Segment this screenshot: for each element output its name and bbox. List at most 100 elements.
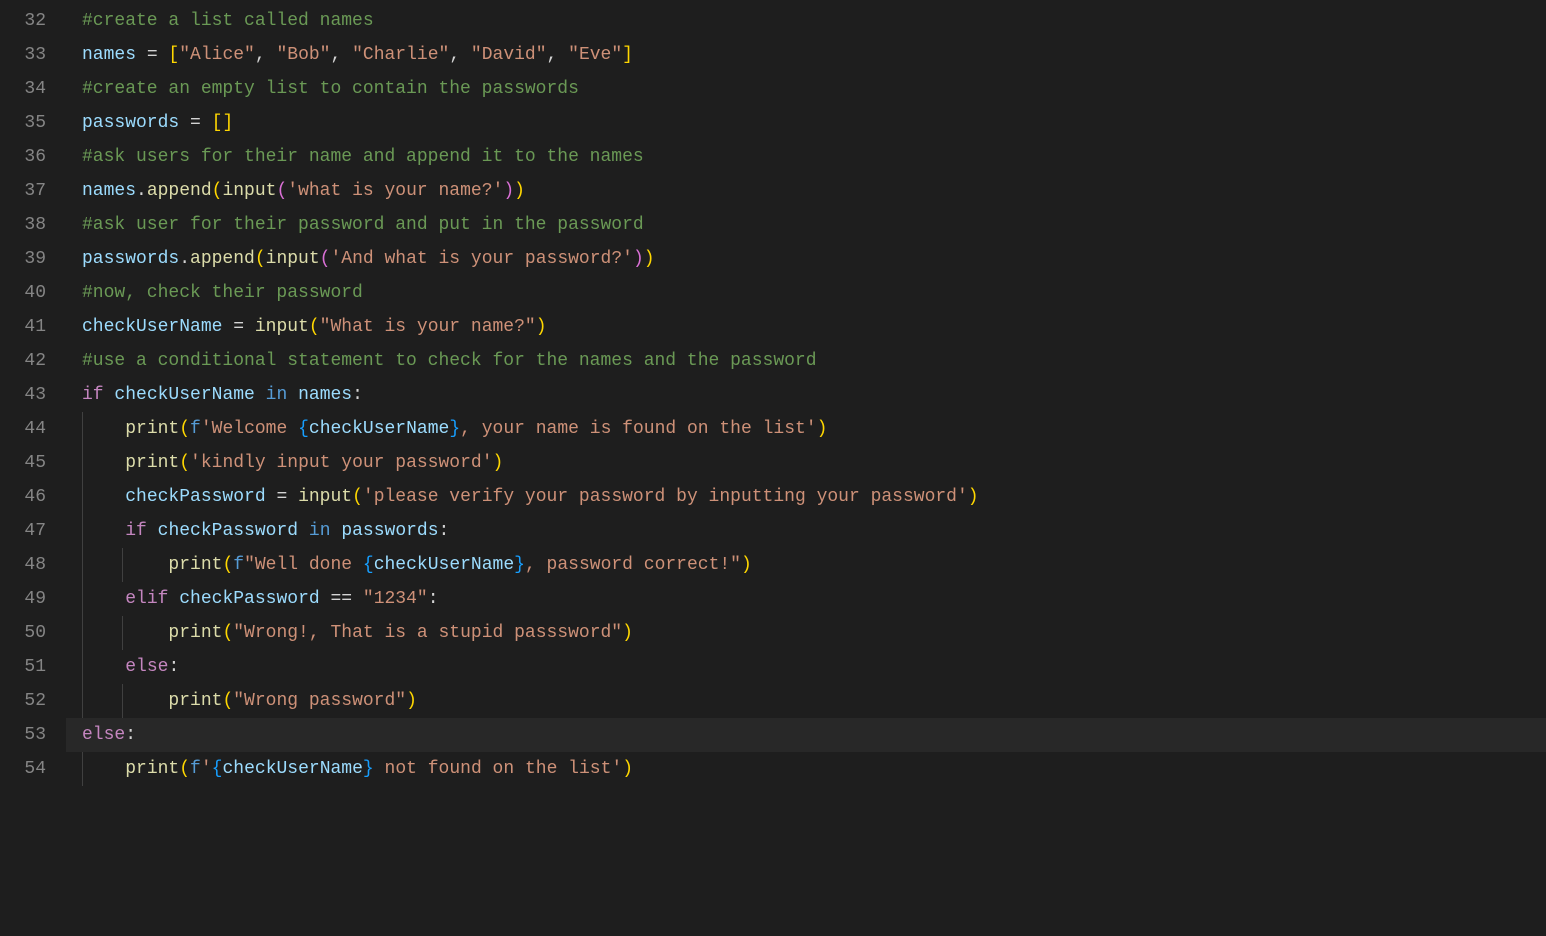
- indent-guide: [122, 684, 123, 718]
- code-line[interactable]: else:: [66, 718, 1546, 752]
- code-token: #use a conditional statement to check fo…: [82, 351, 817, 371]
- code-token: ): [406, 691, 417, 711]
- code-token: (: [222, 691, 233, 711]
- code-line[interactable]: #ask user for their password and put in …: [82, 208, 1546, 242]
- code-token: input: [255, 317, 309, 337]
- code-line[interactable]: print(f"Well done {checkUserName}, passw…: [82, 548, 1546, 582]
- code-token: (: [320, 249, 331, 269]
- line-number: 43: [0, 378, 46, 412]
- indent-guide: [82, 752, 83, 786]
- code-line[interactable]: passwords = []: [82, 106, 1546, 140]
- code-token: (: [255, 249, 266, 269]
- code-token: "1234": [363, 589, 428, 609]
- code-token: print: [125, 419, 179, 439]
- code-token: ': [201, 759, 212, 779]
- code-line[interactable]: #now, check their password: [82, 276, 1546, 310]
- line-number: 35: [0, 106, 46, 140]
- code-line[interactable]: checkUserName = input("What is your name…: [82, 310, 1546, 344]
- code-token: checkUserName: [114, 385, 254, 405]
- code-token: names: [82, 45, 136, 65]
- code-token: checkPassword: [125, 487, 265, 507]
- code-token: ): [493, 453, 504, 473]
- code-line[interactable]: names.append(input('what is your name?')…: [82, 174, 1546, 208]
- code-line[interactable]: print('kindly input your password'): [82, 446, 1546, 480]
- line-number: 37: [0, 174, 46, 208]
- code-token: (: [179, 419, 190, 439]
- code-token: input: [266, 249, 320, 269]
- code-token: "Bob": [276, 45, 330, 65]
- code-token: "David": [471, 45, 547, 65]
- code-line[interactable]: checkPassword = input('please verify you…: [82, 480, 1546, 514]
- code-token: print: [125, 453, 179, 473]
- code-token: print: [168, 691, 222, 711]
- code-token: 'Welcome: [201, 419, 298, 439]
- code-token: ): [622, 759, 633, 779]
- code-token: =: [222, 317, 254, 337]
- code-token: [: [212, 113, 223, 133]
- code-token: 'what is your name?': [287, 181, 503, 201]
- code-token: =: [136, 45, 168, 65]
- code-token: ,: [547, 45, 569, 65]
- code-line[interactable]: else:: [82, 650, 1546, 684]
- code-token: "Wrong password": [233, 691, 406, 711]
- code-token: checkUserName: [222, 759, 362, 779]
- code-token: print: [168, 555, 222, 575]
- code-line[interactable]: print("Wrong!, That is a stupid passswor…: [82, 616, 1546, 650]
- code-line[interactable]: #create an empty list to contain the pas…: [82, 72, 1546, 106]
- line-number: 41: [0, 310, 46, 344]
- code-token: :: [352, 385, 363, 405]
- code-area[interactable]: #create a list called namesnames = ["Ali…: [66, 0, 1546, 936]
- indent-guide: [82, 650, 83, 684]
- code-token: [331, 521, 342, 541]
- code-token: in: [266, 385, 288, 405]
- code-line[interactable]: if checkPassword in passwords:: [82, 514, 1546, 548]
- code-token: in: [309, 521, 331, 541]
- code-token: if: [125, 521, 147, 541]
- code-line[interactable]: #use a conditional statement to check fo…: [82, 344, 1546, 378]
- code-token: "What is your name?": [320, 317, 536, 337]
- code-line[interactable]: print(f'Welcome {checkUserName}, your na…: [82, 412, 1546, 446]
- code-token: append: [190, 249, 255, 269]
- code-token: [147, 521, 158, 541]
- code-token: elif: [125, 589, 168, 609]
- indent-guide: [82, 684, 83, 718]
- code-line[interactable]: #ask users for their name and append it …: [82, 140, 1546, 174]
- code-token: append: [147, 181, 212, 201]
- code-token: [255, 385, 266, 405]
- code-token: ): [514, 181, 525, 201]
- code-token: ): [644, 249, 655, 269]
- code-token: #ask user for their password and put in …: [82, 215, 644, 235]
- code-token: 'And what is your password?': [330, 249, 632, 269]
- code-token: ==: [320, 589, 363, 609]
- code-line[interactable]: #create a list called names: [82, 4, 1546, 38]
- line-number: 46: [0, 480, 46, 514]
- code-editor[interactable]: 3233343536373839404142434445464748495051…: [0, 0, 1546, 936]
- code-line[interactable]: print("Wrong password"): [82, 684, 1546, 718]
- code-token: ]: [622, 45, 633, 65]
- line-number: 34: [0, 72, 46, 106]
- code-token: .: [136, 181, 147, 201]
- code-token: ): [622, 623, 633, 643]
- line-number-gutter: 3233343536373839404142434445464748495051…: [0, 0, 66, 936]
- code-line[interactable]: print(f'{checkUserName} not found on the…: [82, 752, 1546, 786]
- indent-guide: [122, 548, 123, 582]
- code-token: {: [298, 419, 309, 439]
- indent-guide: [122, 616, 123, 650]
- code-token: "Wrong!, That is a stupid passsword": [233, 623, 622, 643]
- indent-guide: [82, 616, 83, 650]
- code-token: ,: [330, 45, 352, 65]
- indent-guide: [82, 582, 83, 616]
- code-token: ,: [255, 45, 277, 65]
- code-token: (: [179, 759, 190, 779]
- code-token: names: [82, 181, 136, 201]
- line-number: 49: [0, 582, 46, 616]
- code-token: ): [633, 249, 644, 269]
- code-line[interactable]: names = ["Alice", "Bob", "Charlie", "Dav…: [82, 38, 1546, 72]
- code-line[interactable]: if checkUserName in names:: [82, 378, 1546, 412]
- code-line[interactable]: passwords.append(input('And what is your…: [82, 242, 1546, 276]
- line-number: 54: [0, 752, 46, 786]
- code-token: ): [817, 419, 828, 439]
- code-line[interactable]: elif checkPassword == "1234":: [82, 582, 1546, 616]
- line-number: 51: [0, 650, 46, 684]
- code-token: (: [222, 623, 233, 643]
